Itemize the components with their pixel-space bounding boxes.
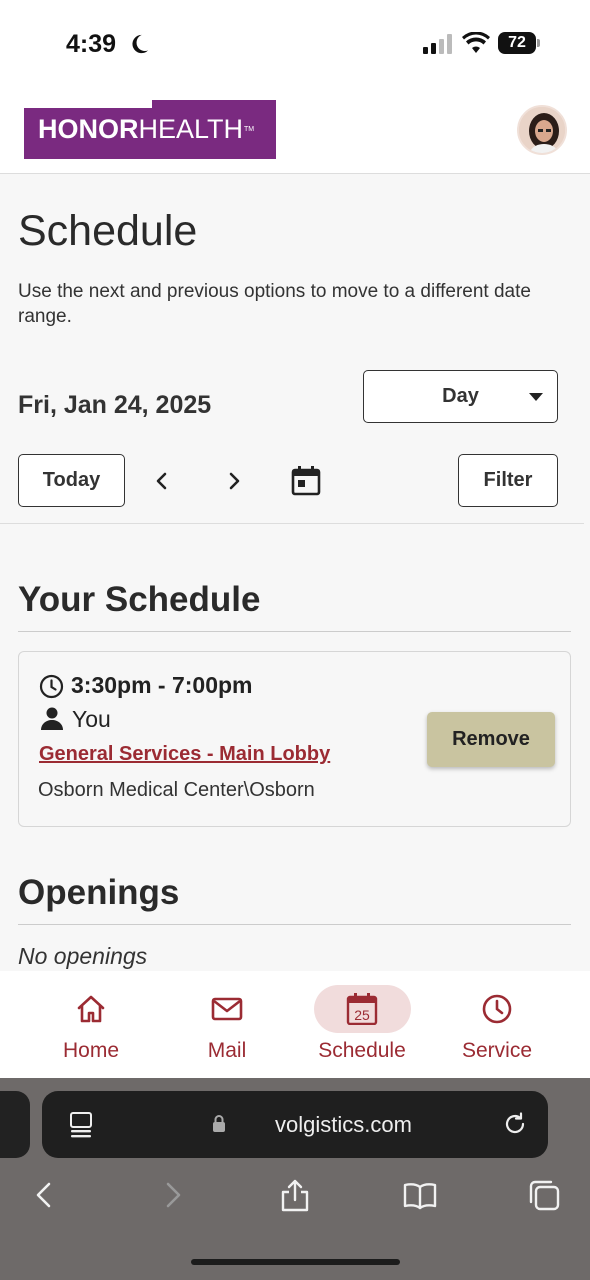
chevron-left-icon[interactable] — [148, 467, 176, 495]
page-title: Schedule — [18, 207, 198, 255]
no-openings-text: No openings — [18, 943, 148, 969]
share-icon[interactable] — [278, 1178, 312, 1212]
view-select[interactable]: Day — [363, 370, 558, 423]
calendar-day: 25 — [354, 1007, 370, 1023]
battery-icon: 72 — [498, 32, 540, 54]
bottom-nav: Home Mail 25 Schedule Service — [0, 971, 590, 1079]
shift-location: Osborn Medical Center\Osborn — [38, 779, 315, 801]
avatar-image — [519, 107, 565, 153]
chevron-right-icon[interactable] — [220, 467, 248, 495]
url-text: volgistics.com — [275, 1112, 412, 1137]
your-schedule-heading: Your Schedule — [18, 580, 261, 619]
nav-label: Service — [461, 1039, 533, 1062]
address-bar[interactable]: volgistics.com — [42, 1091, 548, 1158]
shift-card: 3:30pm - 7:00pm You General Services - M… — [18, 651, 571, 827]
browser-toolbar: volgistics.com — [0, 1078, 590, 1280]
app-header: HONORHEALTHTM — [0, 88, 590, 174]
today-button[interactable]: Today — [18, 454, 125, 507]
nav-item-home[interactable]: Home — [21, 971, 161, 1079]
previous-tab-preview[interactable] — [0, 1091, 30, 1158]
battery-level: 72 — [498, 32, 536, 54]
tabs-icon[interactable] — [527, 1178, 561, 1212]
shift-assignment-link[interactable]: General Services - Main Lobby — [39, 743, 330, 766]
calendar-picker-icon[interactable] — [290, 465, 322, 497]
remove-button[interactable]: Remove — [427, 712, 555, 767]
logo-trademark: TM — [244, 126, 255, 133]
nav-label: Home — [62, 1039, 120, 1062]
nav-item-mail[interactable]: Mail — [157, 971, 297, 1079]
status-time: 4:39 — [66, 30, 117, 58]
nav-item-service[interactable]: Service — [427, 971, 567, 1079]
signal-icon — [423, 34, 452, 54]
person-icon — [41, 707, 63, 730]
shift-assignee: You — [72, 706, 111, 732]
openings-heading: Openings — [18, 873, 180, 912]
nav-label: Schedule — [318, 1039, 406, 1062]
logo-text-bold: HONOR — [38, 114, 139, 144]
back-icon[interactable] — [28, 1178, 62, 1212]
user-avatar[interactable] — [517, 105, 567, 155]
filter-button[interactable]: Filter — [458, 454, 558, 507]
nav-item-schedule[interactable]: 25 Schedule — [292, 971, 432, 1079]
clock-icon — [482, 994, 512, 1024]
divider — [18, 924, 571, 925]
current-date: Fri, Jan 24, 2025 — [18, 391, 212, 419]
lock-icon — [213, 1115, 225, 1132]
schedule-page: Schedule Use the next and previous optio… — [0, 175, 590, 971]
wifi-icon — [462, 32, 490, 53]
moon-icon — [132, 34, 149, 54]
home-icon — [77, 995, 105, 1023]
home-indicator[interactable] — [191, 1259, 400, 1265]
divider — [18, 631, 571, 632]
status-bar: 4:39 72 — [0, 0, 590, 88]
view-select-value: Day — [442, 385, 479, 407]
reload-icon[interactable] — [502, 1111, 528, 1137]
chevron-down-icon — [529, 393, 543, 401]
mail-icon — [211, 997, 243, 1021]
divider — [0, 523, 584, 524]
honorhealth-logo[interactable]: HONORHEALTHTM — [24, 100, 276, 159]
forward-icon[interactable] — [155, 1178, 189, 1212]
nav-label: Mail — [207, 1039, 247, 1062]
logo-text-light: HEALTH — [138, 114, 244, 144]
bookmarks-icon[interactable] — [403, 1178, 437, 1212]
shift-time: 3:30pm - 7:00pm — [71, 672, 253, 698]
page-menu-icon[interactable] — [68, 1111, 94, 1139]
page-subtitle: Use the next and previous options to mov… — [18, 281, 531, 327]
calendar-icon: 25 — [346, 993, 378, 1025]
clock-icon — [39, 674, 64, 699]
